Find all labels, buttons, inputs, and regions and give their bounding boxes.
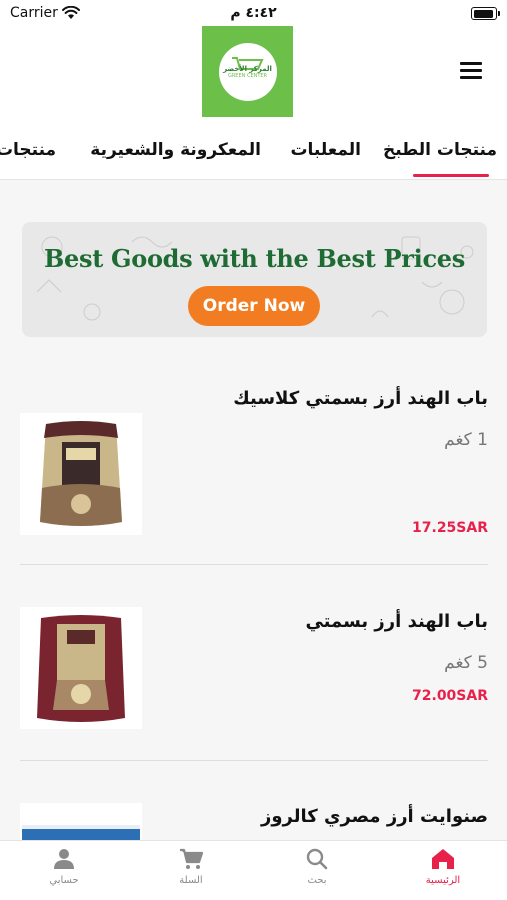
- tab-partial-products[interactable]: منتجات الـ: [0, 140, 56, 160]
- rice-bag-image: [40, 421, 122, 526]
- tab-pasta-vermicelli[interactable]: المعكرونة والشعيرية: [90, 140, 261, 160]
- logo-emblem: المركز الأخضر GREEN CENTER: [218, 42, 277, 101]
- bottom-navigation: الرئيسية بحث السلة حسابي: [0, 840, 507, 900]
- nav-search-label: بحث: [307, 875, 327, 886]
- clock: ٤:٤٢ م: [230, 5, 277, 21]
- rice-bag-image: [22, 825, 140, 840]
- product-card[interactable]: باب الهند أرز بسمتي كلاسيك 1 كغم 17.25SA…: [20, 380, 488, 550]
- product-weight: 5 كغم: [444, 653, 488, 673]
- active-tab-indicator: [413, 174, 489, 177]
- nav-cart-label: السلة: [179, 875, 203, 886]
- tab-cooking-products[interactable]: منتجات الطبخ: [383, 140, 497, 160]
- order-now-button[interactable]: Order Now: [188, 286, 320, 326]
- menu-icon: [460, 62, 484, 79]
- battery-level: [473, 9, 493, 18]
- nav-home[interactable]: الرئيسية: [398, 847, 488, 886]
- cart-icon: [180, 848, 204, 869]
- product-weight: 1 كغم: [444, 430, 488, 450]
- battery-icon: [471, 7, 500, 20]
- product-price: 17.25SAR: [412, 520, 488, 536]
- tab-canned-goods[interactable]: المعلبات: [290, 140, 361, 160]
- status-bar: Carrier ٤:٤٢ م: [0, 0, 507, 26]
- rice-bag-image: [37, 615, 125, 722]
- home-icon: [432, 849, 454, 869]
- app-logo[interactable]: المركز الأخضر GREEN CENTER: [202, 26, 293, 117]
- product-divider: [20, 760, 488, 761]
- product-image[interactable]: [20, 803, 142, 840]
- nav-search[interactable]: بحث: [272, 847, 362, 886]
- nav-cart[interactable]: السلة: [146, 847, 236, 886]
- nav-home-label: الرئيسية: [425, 875, 461, 886]
- product-name[interactable]: باب الهند أرز بسمتي كلاسيك: [233, 388, 488, 409]
- nav-account-label: حسابي: [49, 875, 79, 886]
- account-icon: [54, 849, 74, 869]
- nav-account[interactable]: حسابي: [19, 847, 109, 886]
- product-price: 72.00SAR: [412, 688, 488, 704]
- product-name[interactable]: صنوايت أرز مصري كالروز: [261, 806, 488, 827]
- product-name[interactable]: باب الهند أرز بسمتي: [305, 611, 488, 632]
- promo-banner[interactable]: Best Goods with the Best Prices Order No…: [22, 222, 487, 337]
- app-header: المركز الأخضر GREEN CENTER: [0, 26, 507, 126]
- product-image[interactable]: [20, 607, 142, 729]
- menu-button[interactable]: [460, 62, 484, 82]
- product-card[interactable]: صنوايت أرز مصري كالروز: [20, 770, 488, 840]
- category-tabs: منتجات الطبخ المعلبات المعكرونة والشعيري…: [0, 126, 507, 180]
- product-divider: [20, 564, 488, 565]
- logo-text-arabic: المركز الأخضر: [223, 64, 272, 73]
- product-image[interactable]: [20, 413, 142, 535]
- product-card[interactable]: باب الهند أرز بسمتي 5 كغم 72.00SAR: [20, 575, 488, 745]
- banner-title: Best Goods with the Best Prices: [44, 244, 465, 273]
- search-icon: [306, 848, 328, 870]
- logo-text-english: GREEN CENTER: [227, 72, 268, 79]
